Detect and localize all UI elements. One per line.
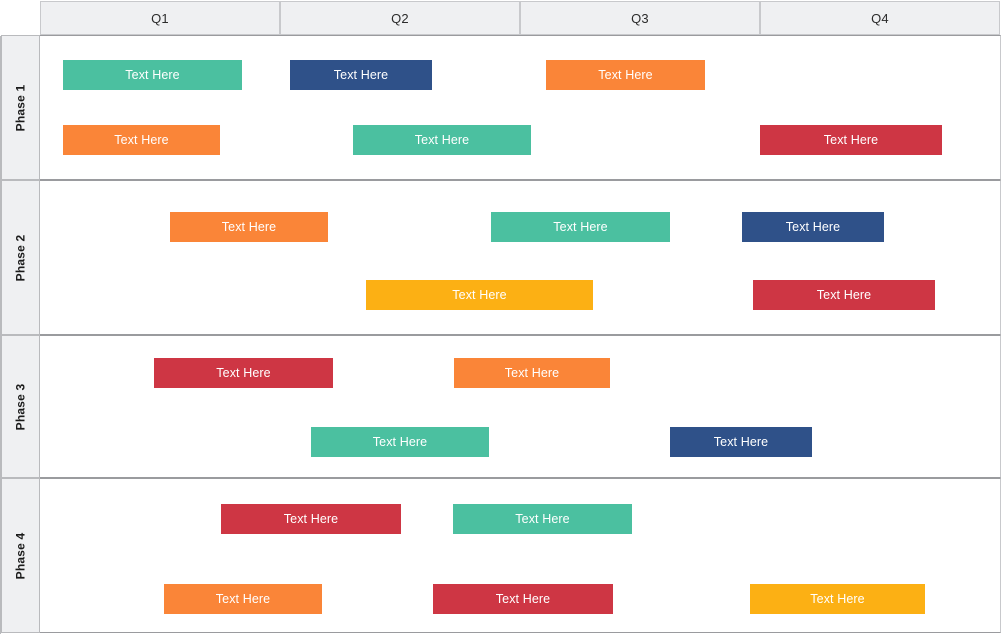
task-bar-label: Text Here	[495, 592, 551, 606]
column-header-q4[interactable]: Q4	[760, 1, 1000, 35]
task-bar-label: Text Here	[816, 288, 872, 302]
phase-label-3[interactable]: Phase 3	[1, 335, 40, 478]
phase-label-text: Phase 4	[13, 532, 28, 579]
task-bar[interactable]: Text Here	[311, 427, 489, 457]
column-header-q1[interactable]: Q1	[40, 1, 280, 35]
task-bar[interactable]: Text Here	[670, 427, 812, 457]
task-bar-label: Text Here	[713, 435, 769, 449]
phase-label-2[interactable]: Phase 2	[1, 180, 40, 335]
task-bar-label: Text Here	[283, 512, 339, 526]
task-bar-label: Text Here	[452, 288, 507, 302]
task-bar-label: Text Here	[221, 220, 277, 234]
column-header-q3[interactable]: Q3	[520, 1, 760, 35]
task-bar-label: Text Here	[598, 68, 653, 82]
task-bar[interactable]: Text Here	[750, 584, 925, 614]
task-bar[interactable]: Text Here	[170, 212, 328, 242]
task-bar[interactable]: Text Here	[353, 125, 531, 155]
task-bar[interactable]: Text Here	[221, 504, 401, 534]
task-bar[interactable]: Text Here	[366, 280, 593, 310]
task-bar[interactable]: Text Here	[454, 358, 610, 388]
phase-label-1[interactable]: Phase 1	[1, 35, 40, 180]
task-bar[interactable]: Text Here	[154, 358, 333, 388]
task-bar[interactable]: Text Here	[546, 60, 705, 90]
header-corner-cell	[0, 0, 40, 36]
phase-label-text: Phase 1	[13, 84, 28, 131]
phase-row-body-2: Text Here Text Here Text Here Text Here Text…	[40, 180, 1001, 335]
task-bar-label: Text Here	[785, 220, 841, 234]
task-bar-label: Text Here	[333, 68, 389, 82]
task-bar-label: Text Here	[810, 592, 865, 606]
task-bar-label: Text Here	[125, 68, 180, 82]
task-bar[interactable]: Text Here	[453, 504, 632, 534]
phase-row-body-1: Text Here Text Here Text Here Text Here Text…	[40, 35, 1001, 180]
task-bar[interactable]: Text Here	[742, 212, 884, 242]
phase-label-text: Phase 3	[13, 383, 28, 430]
task-bar[interactable]: Text Here	[491, 212, 670, 242]
task-bar[interactable]: Text Here	[433, 584, 613, 614]
task-bar[interactable]: Text Here	[63, 125, 220, 155]
task-bar[interactable]: Text Here	[164, 584, 322, 614]
phase-label-4[interactable]: Phase 4	[1, 478, 40, 633]
task-bar-label: Text Here	[823, 133, 879, 147]
phase-label-text: Phase 2	[13, 234, 28, 281]
timeline-header-row: Q1 Q2 Q3 Q4	[0, 0, 1001, 36]
gantt-chart-canvas: Q1 Q2 Q3 Q4 Phase 1 Text Here Text Here Text H…	[0, 0, 1001, 636]
task-bar-label: Text Here	[215, 592, 271, 606]
phase-row-body-4: Text Here Text Here Text Here Text Here Text…	[40, 478, 1001, 633]
task-bar-label: Text Here	[216, 366, 271, 380]
task-bar[interactable]: Text Here	[63, 60, 242, 90]
task-bar-label: Text Here	[414, 133, 470, 147]
task-bar[interactable]: Text Here	[290, 60, 432, 90]
task-bar-label: Text Here	[515, 512, 570, 526]
task-bar[interactable]: Text Here	[760, 125, 942, 155]
task-bar-label: Text Here	[504, 366, 560, 380]
phase-row-body-3: Text Here Text Here Text Here Text Here	[40, 335, 1001, 478]
task-bar[interactable]: Text Here	[753, 280, 935, 310]
task-bar-label: Text Here	[553, 220, 608, 234]
column-header-q2[interactable]: Q2	[280, 1, 520, 35]
task-bar-label: Text Here	[372, 435, 428, 449]
task-bar-label: Text Here	[114, 133, 169, 147]
